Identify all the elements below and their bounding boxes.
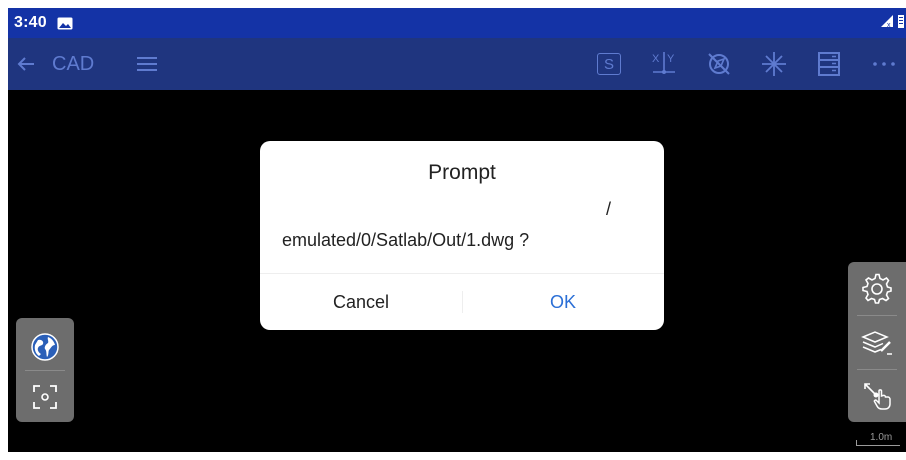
left-tool-panel (16, 318, 74, 422)
app-toolbar: CAD S X Y (8, 38, 906, 90)
settings-icon[interactable] (848, 263, 906, 315)
crosshair-snap-icon[interactable] (760, 50, 788, 78)
hamburger-menu-icon[interactable] (134, 52, 160, 76)
globe-icon[interactable] (16, 322, 74, 372)
snap-s-button[interactable]: S (595, 50, 623, 78)
divider (25, 370, 65, 371)
s-button-label: S (597, 53, 621, 75)
more-icon[interactable] (870, 50, 898, 78)
cancel-button[interactable]: Cancel (260, 274, 462, 330)
zoom-extent-icon[interactable] (16, 372, 74, 422)
status-time: 3:40 (14, 14, 47, 31)
signal-icon: x (880, 14, 894, 33)
back-arrow-icon[interactable] (14, 52, 38, 76)
compass-off-icon[interactable] (705, 50, 733, 78)
svg-text:x: x (887, 22, 891, 28)
layers-edit-icon[interactable] (848, 317, 906, 369)
select-pointer-icon[interactable] (848, 370, 906, 422)
svg-text:Y: Y (667, 53, 675, 65)
scale-bar: 1.0m (850, 432, 902, 446)
status-bar: 3:40 x (8, 8, 906, 38)
scale-label: 1.0m (870, 432, 893, 443)
layer-list-icon[interactable] (815, 50, 843, 78)
divider (857, 315, 897, 316)
ok-button[interactable]: OK (462, 274, 664, 330)
dialog-message-line2: emulated/0/Satlab/Out/1.dwg ? (282, 230, 530, 250)
page-title: CAD (52, 52, 95, 75)
scale-tick (856, 440, 857, 446)
prompt-dialog: Prompt / emulated/0/Satlab/Out/1.dwg ? C… (260, 141, 664, 330)
image-icon (57, 17, 73, 30)
screen: 3:40 x CAD S X Y 1.0m Prompt / emulated/… (0, 0, 906, 460)
scale-line (856, 445, 900, 446)
dialog-title: Prompt (428, 161, 496, 184)
battery-icon (898, 14, 904, 33)
svg-text:X: X (652, 53, 660, 65)
right-tool-panel (848, 262, 906, 422)
xy-axis-icon[interactable]: X Y (650, 50, 678, 78)
dialog-message-line1: / (606, 199, 612, 219)
